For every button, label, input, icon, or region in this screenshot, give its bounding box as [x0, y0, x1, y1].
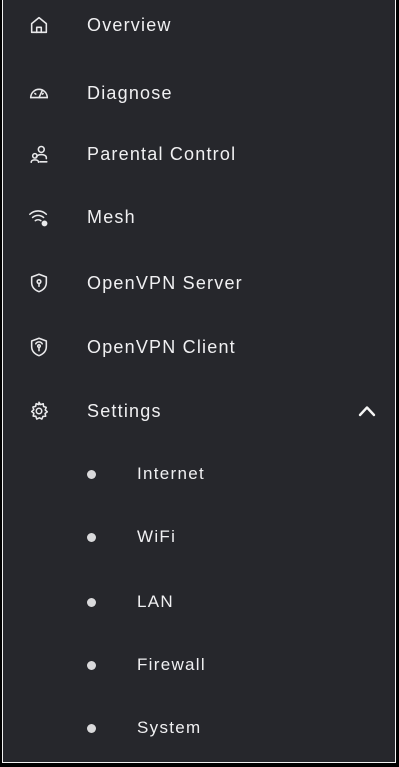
sidebar-item-parental-control[interactable]: Parental Control — [3, 132, 395, 176]
sidebar-item-label: OpenVPN Server — [87, 272, 243, 293]
sidebar-item-settings[interactable]: Settings — [3, 389, 395, 433]
sidebar-item-diagnose[interactable]: Diagnose — [3, 71, 395, 115]
sidebar-item-label: Overview — [87, 14, 172, 35]
sidebar-item-overview[interactable]: Overview — [3, 3, 395, 47]
sidebar-item-openvpn-server[interactable]: OpenVPN Server — [3, 261, 395, 305]
sidebar-subitem-label: System — [137, 718, 202, 737]
home-icon — [27, 13, 51, 37]
family-icon — [27, 142, 51, 166]
shield-keyhole-icon — [27, 335, 51, 359]
shield-lock-icon — [27, 271, 51, 295]
bullet-dot — [87, 723, 96, 733]
sidebar-subitem-wifi[interactable]: WiFi — [3, 515, 395, 559]
sidebar-subitem-label: Firewall — [137, 655, 206, 674]
mesh-wifi-icon — [27, 205, 51, 229]
sidebar-subitem-lan[interactable]: LAN — [3, 580, 395, 624]
sidebar-item-label: Settings — [87, 400, 162, 421]
sidebar-item-label: OpenVPN Client — [87, 336, 236, 357]
sidebar-item-label: Diagnose — [87, 82, 173, 103]
bullet-dot — [87, 660, 96, 670]
bullet-dot — [87, 469, 96, 479]
chevron-up-icon[interactable] — [357, 401, 377, 421]
bullet-dot — [87, 532, 96, 542]
bullet-dot — [87, 597, 96, 607]
sidebar-subitem-firewall[interactable]: Firewall — [3, 643, 395, 687]
sidebar-item-mesh[interactable]: Mesh — [3, 195, 395, 239]
gear-icon — [27, 399, 51, 423]
sidebar-subitem-system[interactable]: System — [3, 706, 395, 750]
sidebar-item-label: Mesh — [87, 206, 136, 227]
sidebar-subitem-label: LAN — [137, 592, 174, 611]
sidebar-subitem-internet[interactable]: Internet — [3, 452, 395, 496]
gauge-icon — [27, 81, 51, 105]
sidebar-subitem-label: Internet — [137, 464, 206, 483]
sidebar-subitem-label: WiFi — [137, 527, 177, 546]
sidebar-menu: Overview Diagnose Parental Control Mesh … — [2, 0, 396, 763]
sidebar-item-label: Parental Control — [87, 143, 237, 164]
sidebar-item-openvpn-client[interactable]: OpenVPN Client — [3, 325, 395, 369]
